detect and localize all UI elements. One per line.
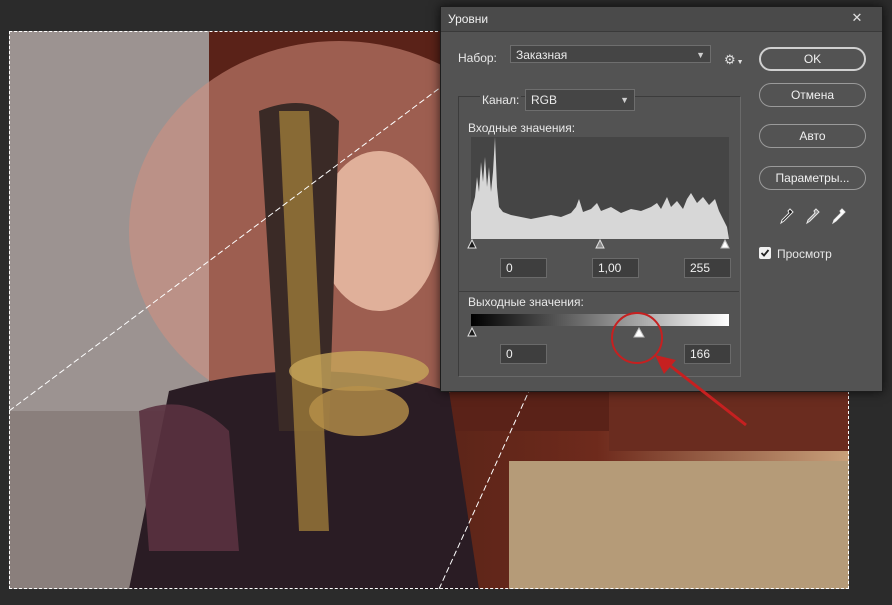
input-gamma-slider[interactable]	[595, 239, 605, 249]
checkmark-icon	[760, 249, 770, 257]
input-levels-label: Входные значения:	[468, 121, 576, 135]
annotation-arrow	[655, 355, 747, 427]
output-black-field[interactable]: 0	[500, 344, 547, 364]
close-icon: ✕	[851, 10, 863, 25]
black-point-eyedropper-icon[interactable]	[779, 207, 795, 225]
input-white-slider[interactable]	[720, 239, 730, 249]
preset-label: Набор:	[458, 51, 497, 65]
ok-button[interactable]: OK	[759, 47, 866, 71]
preset-value: Заказная	[516, 48, 568, 62]
gray-point-eyedropper-icon[interactable]	[805, 207, 821, 225]
options-button[interactable]: Параметры...	[759, 166, 866, 190]
dialog-title: Уровни	[448, 12, 489, 26]
channel-label: Канал:	[480, 93, 522, 107]
close-button[interactable]: ✕	[834, 9, 880, 26]
input-white-field[interactable]: 255	[684, 258, 731, 278]
output-gradient-bar	[471, 314, 729, 326]
cancel-button[interactable]: Отмена	[759, 83, 866, 107]
preset-select[interactable]: Заказная ▼	[510, 45, 711, 63]
input-black-field[interactable]: 0	[500, 258, 547, 278]
preview-checkbox[interactable]	[759, 247, 771, 259]
channel-value: RGB	[531, 93, 558, 107]
input-gamma-field[interactable]: 1,00	[592, 258, 639, 278]
chevron-down-icon: ▼	[620, 95, 629, 105]
output-black-slider[interactable]	[467, 327, 477, 337]
chevron-down-icon: ▼	[696, 50, 705, 60]
white-point-eyedropper-icon[interactable]	[831, 207, 847, 225]
channel-select[interactable]: RGB ▼	[525, 89, 635, 111]
gear-icon[interactable]: ⚙▼	[724, 52, 744, 68]
histogram-graph	[471, 137, 729, 239]
input-black-slider[interactable]	[467, 239, 477, 249]
output-levels-label: Выходные значения:	[468, 295, 584, 309]
divider	[458, 291, 739, 292]
dialog-title-bar[interactable]: Уровни ✕	[441, 7, 882, 32]
histogram	[471, 137, 729, 239]
preview-label: Просмотр	[777, 247, 832, 261]
auto-button[interactable]: Авто	[759, 124, 866, 148]
